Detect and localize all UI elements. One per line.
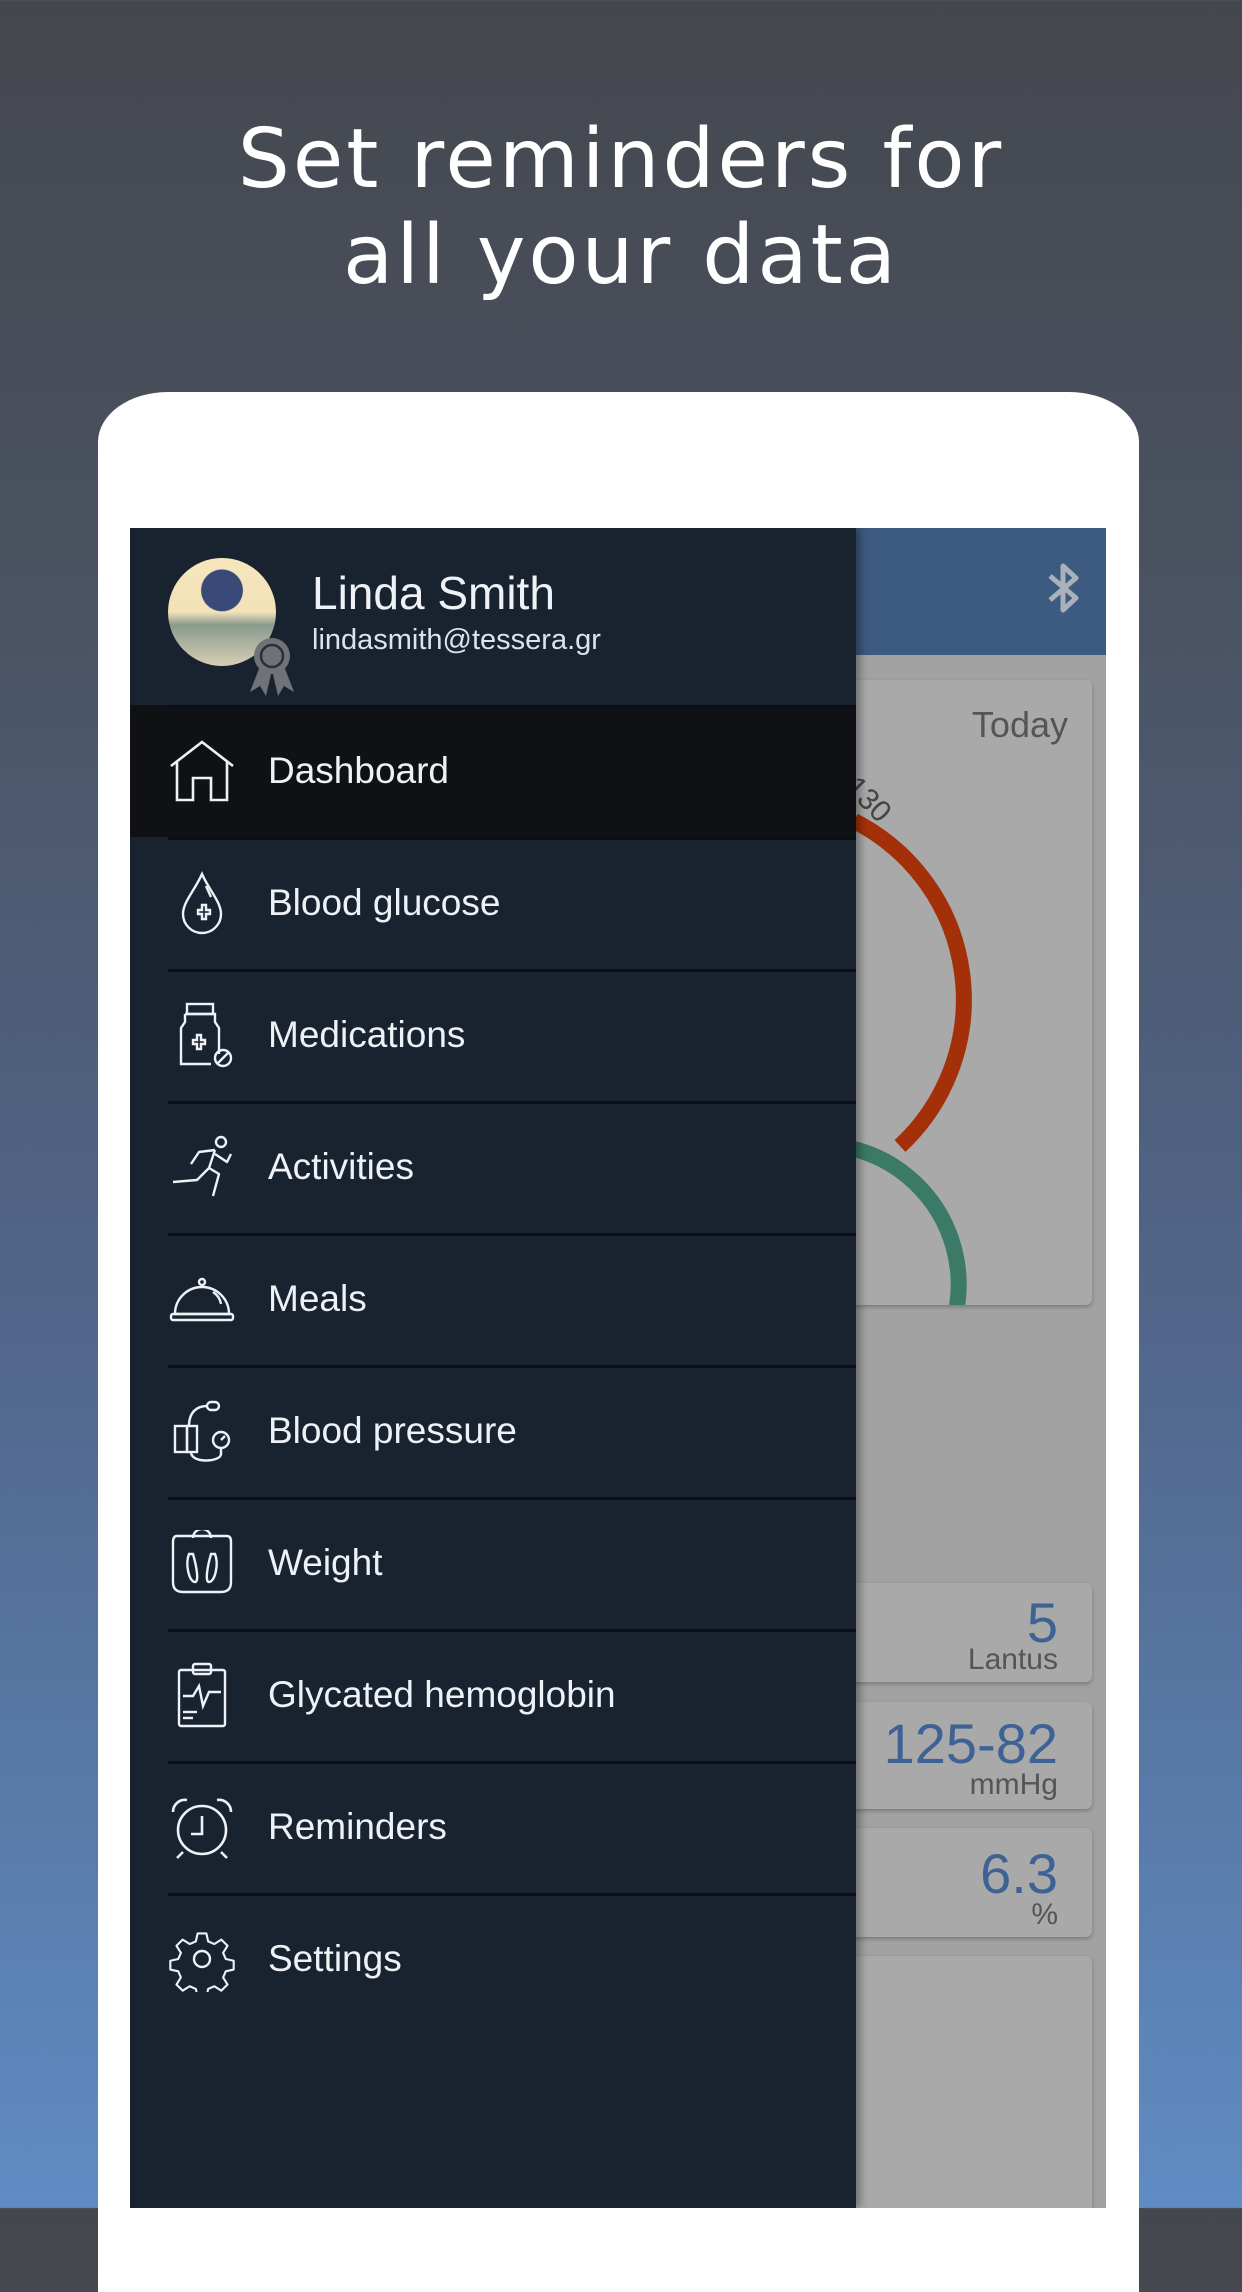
menu-item-label: Meals <box>268 1278 367 1319</box>
home-icon <box>168 737 236 805</box>
menu-item-label: Blood glucose <box>268 882 501 923</box>
headline-line-1: Set reminders for <box>237 112 1005 207</box>
clipboard-pulse-icon <box>168 1661 236 1729</box>
phone-screen: 130 Today 5 Lantus 125-82 mmHg 6.3 % Lin… <box>130 528 1106 2208</box>
profile-header[interactable]: Linda Smith lindasmith@tessera.gr <box>130 528 856 705</box>
alarm-clock-icon <box>168 1793 236 1861</box>
blood-pressure-unit: mmHg <box>969 1768 1058 1801</box>
drawer-menu: Dashboard Blood glucose Medications Acti… <box>130 705 856 2025</box>
menu-item-dashboard[interactable]: Dashboard <box>130 705 856 837</box>
bluetooth-icon[interactable] <box>1044 558 1084 618</box>
menu-item-label: Glycated hemoglobin <box>268 1674 616 1715</box>
activity-gauge-arc <box>848 1140 967 1305</box>
scale-icon <box>168 1529 236 1597</box>
user-email: lindasmith@tessera.gr <box>312 624 601 656</box>
glucose-gauge-arc <box>850 813 972 1152</box>
menu-item-label: Dashboard <box>268 750 450 791</box>
period-label: Today <box>971 704 1068 745</box>
hba1c-value: 6.3 <box>980 1842 1058 1905</box>
menu-item-label: Weight <box>268 1542 383 1583</box>
navigation-drawer: Linda Smith lindasmith@tessera.gr Dashbo… <box>130 528 856 2208</box>
menu-item-medications[interactable]: Medications <box>130 969 856 1101</box>
food-cloche-icon <box>168 1265 236 1333</box>
menu-item-settings[interactable]: Settings <box>130 1893 856 2025</box>
blood-drop-icon <box>168 869 236 937</box>
menu-item-meals[interactable]: Meals <box>130 1233 856 1365</box>
blood-pressure-cuff-icon <box>168 1397 236 1465</box>
award-badge-icon <box>250 638 294 696</box>
blood-pressure-value: 125-82 <box>883 1712 1058 1775</box>
hba1c-unit: % <box>1031 1898 1058 1931</box>
menu-item-activities[interactable]: Activities <box>130 1101 856 1233</box>
medication-unit: Lantus <box>967 1643 1058 1676</box>
menu-item-label: Reminders <box>268 1806 447 1847</box>
menu-item-blood-glucose[interactable]: Blood glucose <box>130 837 856 969</box>
headline: Set reminders for all your data <box>0 112 1242 304</box>
menu-item-reminders[interactable]: Reminders <box>130 1761 856 1893</box>
headline-line-2: all your data <box>342 208 900 303</box>
gear-icon <box>168 1925 236 1993</box>
menu-item-label: Medications <box>268 1014 466 1055</box>
running-person-icon <box>168 1133 236 1201</box>
menu-item-blood-pressure[interactable]: Blood pressure <box>130 1365 856 1497</box>
pill-bottle-icon <box>168 1001 236 1069</box>
menu-item-glycated-hemoglobin[interactable]: Glycated hemoglobin <box>130 1629 856 1761</box>
menu-item-label: Blood pressure <box>268 1410 517 1451</box>
menu-item-label: Activities <box>268 1146 414 1187</box>
menu-item-label: Settings <box>268 1938 402 1979</box>
menu-item-weight[interactable]: Weight <box>130 1497 856 1629</box>
user-name: Linda Smith <box>312 567 555 619</box>
